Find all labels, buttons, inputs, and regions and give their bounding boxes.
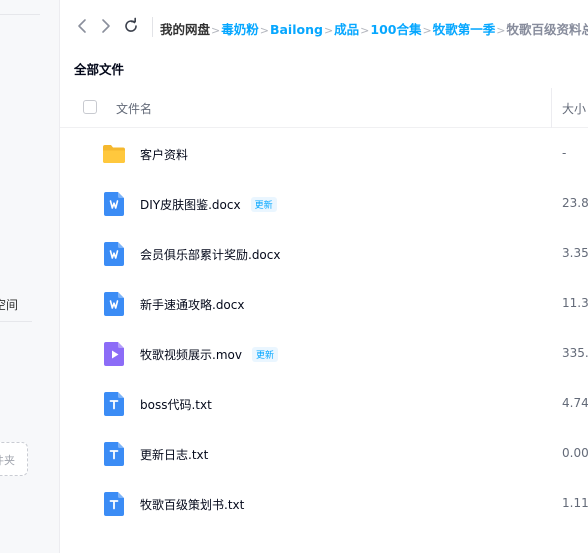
breadcrumb: 我的网盘>毒奶粉>Bailong>成品>100合集>牧歌第一季>牧歌百级资料总会 — [160, 19, 588, 38]
file-row[interactable]: 更新日志.txt 0.00 — [60, 428, 588, 478]
forward-icon[interactable] — [96, 17, 114, 35]
file-row[interactable]: 新手速通攻略.docx 11.35 — [60, 278, 588, 328]
file-row[interactable]: boss代码.txt 4.74K — [60, 378, 588, 428]
file-name[interactable]: 牧歌百级策划书.txt — [140, 496, 244, 513]
breadcrumb-separator-icon: > — [360, 24, 370, 37]
file-name-text: 会员俱乐部累计奖励.docx — [140, 248, 281, 262]
file-name[interactable]: 客户资料 — [140, 146, 188, 163]
file-size: 11.35 — [562, 296, 588, 310]
navigation-bar: 我的网盘>毒奶粉>Bailong>成品>100合集>牧歌第一季>牧歌百级资料总会 — [60, 0, 588, 53]
page-title: 全部文件 — [74, 62, 125, 77]
file-name-text: 客户资料 — [140, 148, 189, 162]
file-size: 3.35 — [562, 246, 588, 260]
file-row[interactable]: 牧歌百级策划书.txt 1.11K — [60, 478, 588, 528]
file-size: 335.0 — [562, 346, 588, 360]
file-name-text: 牧歌视频展示.mov — [140, 348, 242, 362]
file-row[interactable]: 牧歌视频展示.mov 更新 335.0 — [60, 328, 588, 378]
breadcrumb-item[interactable]: 我的网盘 — [160, 19, 210, 38]
select-all-checkbox[interactable] — [83, 100, 97, 114]
column-header-size[interactable]: 大小 — [562, 100, 586, 117]
breadcrumb-item[interactable]: 毒奶粉 — [221, 19, 259, 38]
breadcrumb-separator-icon: > — [422, 24, 432, 37]
breadcrumb-item[interactable]: 牧歌第一季 — [433, 19, 496, 38]
sidebar-item-space[interactable]: 空间 — [0, 296, 18, 313]
file-name-text: DIY皮肤图鉴.docx — [140, 198, 241, 212]
update-badge: 更新 — [251, 347, 278, 362]
file-row[interactable]: 客户资料 - — [60, 128, 588, 178]
breadcrumb-separator-icon: > — [211, 24, 221, 37]
breadcrumb-item[interactable]: Bailong — [270, 22, 323, 37]
file-name[interactable]: 更新日志.txt — [140, 446, 208, 463]
file-size: 4.74K — [562, 396, 588, 410]
file-list: 客户资料 - DIY皮肤图鉴.docx 更新 23.83 会员俱乐部累计奖励.docx 3.… — [60, 128, 588, 528]
word-doc-icon — [104, 292, 128, 316]
file-name-text: boss代码.txt — [140, 398, 212, 412]
column-header-name[interactable]: 文件名 — [116, 100, 152, 117]
breadcrumb-item[interactable]: 成品 — [334, 19, 359, 38]
new-folder-button[interactable]: 件夹 — [0, 442, 28, 476]
file-size: 0.00 — [562, 446, 588, 460]
video-file-icon — [104, 342, 128, 366]
navbar-divider — [152, 17, 153, 37]
text-file-icon — [104, 492, 128, 516]
file-name[interactable]: 会员俱乐部累计奖励.docx — [140, 246, 280, 263]
breadcrumb-separator-icon: > — [259, 24, 269, 37]
breadcrumb-separator-icon: > — [496, 24, 506, 37]
word-doc-icon — [104, 192, 128, 216]
sidebar-divider-top — [0, 14, 40, 15]
file-size: - — [562, 146, 567, 160]
file-size: 23.83 — [562, 196, 588, 210]
folder-icon — [102, 142, 126, 166]
column-resize-handle[interactable] — [551, 88, 552, 128]
refresh-icon[interactable] — [122, 17, 140, 35]
file-name[interactable]: 牧歌视频展示.mov 更新 — [140, 346, 278, 363]
file-name-text: 牧歌百级策划书.txt — [140, 498, 245, 512]
breadcrumb-item: 牧歌百级资料总会 — [506, 22, 588, 37]
text-file-icon — [104, 392, 128, 416]
file-name[interactable]: DIY皮肤图鉴.docx 更新 — [140, 196, 277, 213]
file-row[interactable]: DIY皮肤图鉴.docx 更新 23.83 — [60, 178, 588, 228]
file-name[interactable]: 新手速通攻略.docx — [140, 296, 244, 313]
file-manager-window: 空间 件夹 我的网盘>毒奶粉>Bailong>成品>100合集>牧歌第一季>牧歌… — [0, 0, 588, 553]
file-name-text: 新手速通攻略.docx — [140, 298, 245, 312]
text-file-icon — [104, 442, 128, 466]
file-size: 1.11K — [562, 496, 588, 510]
file-name[interactable]: boss代码.txt — [140, 396, 212, 413]
back-icon[interactable] — [74, 17, 92, 35]
word-doc-icon — [104, 242, 128, 266]
file-row[interactable]: 会员俱乐部累计奖励.docx 3.35 — [60, 228, 588, 278]
update-badge: 更新 — [250, 197, 277, 212]
sidebar: 空间 件夹 — [0, 0, 60, 553]
table-header: 文件名 大小 — [60, 88, 588, 128]
new-folder-button-label: 件夹 — [0, 454, 15, 467]
breadcrumb-separator-icon: > — [323, 24, 334, 37]
sidebar-divider — [0, 321, 32, 322]
breadcrumb-item[interactable]: 100合集 — [370, 19, 421, 38]
file-name-text: 更新日志.txt — [140, 448, 209, 462]
